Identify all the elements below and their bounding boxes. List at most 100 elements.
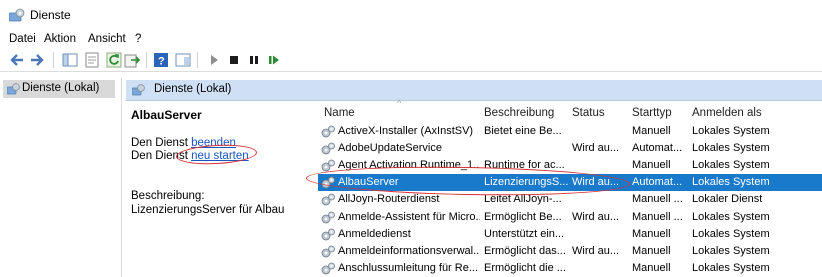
cell-starttype: Automat...	[632, 142, 683, 155]
menu-help[interactable]: ?	[135, 33, 141, 45]
service-gear-icon	[321, 176, 335, 189]
description-text: LizenzierungsServer für Albau	[131, 204, 285, 216]
services-app-icon	[9, 8, 25, 22]
cell-logon: Lokales System	[692, 142, 770, 155]
services-header-icon	[132, 84, 145, 96]
export-list-icon[interactable]	[124, 52, 140, 68]
help-icon[interactable]: ?	[153, 52, 169, 68]
cell-description: Bietet eine Be...	[484, 125, 562, 137]
show-pane-icon[interactable]	[175, 52, 191, 68]
window-title: Dienste	[30, 8, 71, 22]
list-header: ^ Name Beschreibung Status Starttyp Anme…	[318, 98, 822, 123]
cell-status: Wird au...	[572, 142, 620, 155]
cell-description: Ermöglicht das...	[484, 244, 566, 257]
menu-bar: Datei Aktion Ansicht ?	[0, 29, 822, 49]
forward-arrow-icon[interactable]	[29, 52, 45, 68]
cell-status: Wird au...	[572, 176, 620, 189]
menu-ansicht[interactable]: Ansicht	[88, 33, 126, 45]
properties-icon[interactable]	[84, 52, 100, 68]
table-row[interactable]: AdobeUpdateService Wird au... Automat... Lo…	[318, 140, 822, 157]
menu-datei[interactable]: Datei	[9, 33, 36, 45]
cell-logon: Lokales System	[692, 125, 770, 137]
cell-status: Wird au...	[572, 210, 620, 223]
menu-aktion[interactable]: Aktion	[44, 33, 76, 45]
table-row[interactable]: Anmeldedienst Unterstützt ein... Manuell Lo…	[318, 226, 822, 243]
sort-caret-icon: ^	[397, 98, 402, 108]
cell-starttype: Manuell	[632, 261, 671, 274]
table-row[interactable]: AlbauServer LizenzierungsS... Wird au... Au…	[318, 174, 822, 192]
cell-description: Ermöglicht Be...	[484, 210, 562, 223]
console-tree: Dienste (Lokal)	[0, 78, 122, 277]
toolbar-separator	[197, 52, 198, 68]
cell-name: Anmelde-Assistent für Micro...	[338, 210, 480, 223]
toolbar-separator	[146, 52, 147, 68]
cell-description: Leitet AllJoyn-...	[484, 193, 562, 206]
tree-item-dienste-lokal[interactable]: Dienste (Lokal)	[3, 80, 115, 98]
cell-name: Anmeldeinformationsverwal...	[338, 244, 480, 257]
cell-logon: Lokales System	[692, 176, 770, 189]
back-arrow-icon[interactable]	[9, 52, 25, 68]
column-header-name[interactable]: Name	[324, 107, 355, 119]
table-row[interactable]: Anmeldeinformationsverwal... Ermöglicht d…	[318, 243, 822, 260]
service-gear-icon	[321, 125, 335, 138]
table-row[interactable]: ActiveX-Installer (AxInstSV) Bietet eine …	[318, 123, 822, 140]
service-gear-icon	[321, 228, 335, 240]
cell-starttype: Manuell ...	[632, 210, 683, 223]
table-row[interactable]: Anschlussumleitung für Re... Ermöglicht d…	[318, 260, 822, 277]
table-row[interactable]: Anmelde-Assistent für Micro... Ermöglicht…	[318, 209, 822, 226]
cell-name: AlbauServer	[338, 176, 399, 189]
cell-description: Ermöglicht die ...	[484, 261, 566, 274]
description-label: Beschreibung:	[131, 190, 205, 202]
restart-service-link[interactable]: neu starten	[191, 150, 249, 162]
column-header-logon[interactable]: Anmelden als	[692, 107, 762, 119]
stop-prefix: Den Dienst	[131, 137, 192, 149]
stop-service-icon[interactable]	[226, 52, 242, 68]
table-row[interactable]: Agent Activation Runtime_1... Runtime for…	[318, 157, 822, 174]
toolbar: ?	[0, 49, 822, 72]
content-header: Dienste (Lokal)	[126, 80, 822, 101]
service-gear-icon	[321, 262, 335, 275]
stop-service-line: Den Dienst beenden	[131, 137, 236, 149]
cell-name: Anmeldedienst	[338, 227, 411, 240]
service-name-heading: AlbauServer	[131, 108, 202, 122]
column-header-status[interactable]: Status	[572, 107, 605, 119]
cell-starttype: Automat...	[632, 176, 683, 189]
content-header-title: Dienste (Lokal)	[154, 83, 232, 95]
table-row[interactable]: AllJoyn-Routerdienst Leitet AllJoyn-... Ma…	[318, 191, 822, 208]
cell-name: AllJoyn-Routerdienst	[338, 193, 440, 206]
start-service-icon[interactable]	[206, 52, 222, 68]
services-list: ^ Name Beschreibung Status Starttyp Anme…	[318, 98, 822, 277]
cell-description: LizenzierungsS...	[484, 176, 569, 189]
console-tree-icon[interactable]	[62, 52, 78, 68]
service-gear-icon	[321, 159, 335, 172]
cell-starttype: Manuell	[632, 159, 671, 172]
service-gear-icon	[321, 245, 335, 258]
cell-logon: Lokales System	[692, 159, 770, 172]
cell-logon: Lokales System	[692, 227, 770, 240]
cell-logon: Lokales System	[692, 244, 770, 257]
restart-service-icon[interactable]	[266, 52, 282, 68]
cell-description: Unterstützt ein...	[484, 227, 565, 240]
restart-prefix: Den Dienst	[131, 150, 192, 162]
cell-name: ActiveX-Installer (AxInstSV)	[338, 125, 474, 137]
column-header-starttype[interactable]: Starttyp	[632, 107, 672, 119]
cell-name: Anschlussumleitung für Re...	[338, 261, 479, 274]
stop-service-link[interactable]: beenden	[191, 137, 236, 149]
refresh-icon[interactable]	[106, 52, 122, 68]
cell-starttype: Manuell	[632, 227, 671, 240]
column-header-description[interactable]: Beschreibung	[484, 107, 554, 119]
cell-status: Wird au...	[572, 244, 620, 257]
cell-logon: Lokales System	[692, 210, 770, 223]
service-gear-icon	[321, 142, 335, 155]
cell-logon: Lokaler Dienst	[692, 193, 763, 206]
cell-starttype: Manuell	[632, 125, 671, 137]
cell-logon: Lokales System	[692, 261, 770, 274]
cell-starttype: Manuell ...	[632, 193, 683, 206]
services-node-icon	[7, 83, 20, 95]
service-gear-icon	[321, 193, 335, 206]
toolbar-separator	[53, 52, 54, 68]
service-gear-icon	[321, 211, 335, 223]
cell-description: Runtime for ac...	[484, 159, 565, 172]
svg-text:?: ?	[158, 56, 165, 68]
pause-service-icon[interactable]	[246, 52, 262, 68]
